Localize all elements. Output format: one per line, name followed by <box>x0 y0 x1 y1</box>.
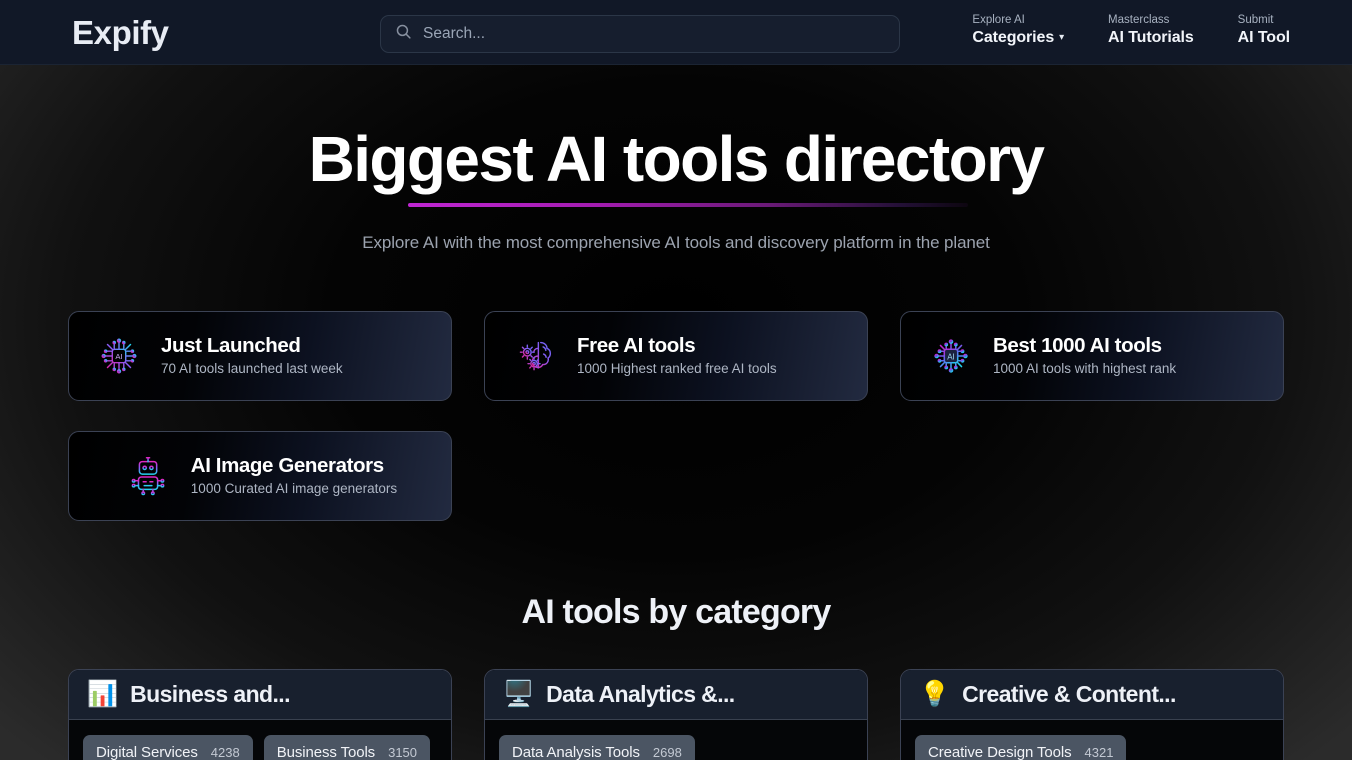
tag-label: Data Analysis Tools <box>512 743 640 760</box>
page-title: Biggest AI tools directory <box>309 126 1045 207</box>
tag-label: Digital Services <box>96 743 198 760</box>
nav-item-ai-tutorials-eyebrow: Masterclass <box>1108 13 1170 26</box>
nav-item-categories-label: Categories ▾ <box>972 29 1064 48</box>
data-monitor-chart-icon: 🖥️ <box>503 679 535 708</box>
feature-card-ai-image-generators-text: AI Image Generators 1000 Curated AI imag… <box>191 454 397 498</box>
creative-lightbulb-icon: 💡 <box>919 679 951 708</box>
hero-section: Biggest AI tools directory Explore AI wi… <box>0 65 1352 253</box>
nav-item-submit-ai-tool-eyebrow: Submit <box>1237 13 1274 26</box>
tag-count: 3150 <box>388 744 418 760</box>
category-card-tags: Data Analysis Tools 2698 Analytics Suite… <box>485 720 867 760</box>
chevron-down-icon[interactable]: ▾ <box>1059 32 1064 44</box>
category-card-title: Business and... <box>130 680 290 707</box>
tag-pill[interactable]: Digital Services 4238 <box>83 734 253 760</box>
tag-count: 2698 <box>652 744 682 760</box>
brain-gears-icon <box>509 330 561 382</box>
nav-item-submit-ai-tool[interactable]: Submit AI Tool <box>1238 14 1290 48</box>
feature-card-title: AI Image Generators <box>190 453 384 477</box>
feature-card-best-1000-ai-tools-text: Best 1000 AI tools 1000 AI tools with hi… <box>993 334 1176 378</box>
search-icon <box>395 23 412 45</box>
page-title-text: Biggest AI tools directory <box>308 123 1045 195</box>
category-card-business[interactable]: 📊 Business and... Digital Services 4238 … <box>68 668 452 760</box>
category-card-data-analytics[interactable]: 🖥️ Data Analytics &... Data Analysis Too… <box>484 668 868 760</box>
site-header: Expify Explore AI Categories ▾ Masterclas… <box>0 0 1352 65</box>
title-underline-accent <box>408 202 968 207</box>
feature-card-title: Just Launched <box>161 333 301 357</box>
feature-card-subtitle: 1000 AI tools with highest rank <box>993 361 1177 377</box>
feature-card-grid-second-row: AI Image Generators 1000 Curated AI imag… <box>68 430 1284 521</box>
nav-item-categories-text: Categories <box>972 29 1055 47</box>
ai-chip-cyan-icon: AI <box>925 330 977 382</box>
business-chart-globe-icon: 📊 <box>87 679 119 708</box>
svg-text:AI: AI <box>947 352 955 361</box>
category-card-creative-content[interactable]: 💡 Creative & Content... Creative Design … <box>900 668 1284 760</box>
tag-label: Creative Design Tools <box>928 743 1072 760</box>
robot-icon <box>123 450 175 502</box>
category-card-title: Data Analytics &... <box>546 680 735 707</box>
feature-card-title: Best 1000 AI tools <box>993 333 1162 357</box>
logo[interactable]: Expify <box>72 16 169 49</box>
tag-count: 4238 <box>210 744 240 760</box>
main-nav: Explore AI Categories ▾ Masterclass AI Tu… <box>972 14 1290 50</box>
feature-card-grid: AI Just Launched 70 AI tools launched la… <box>68 310 1284 401</box>
feature-card-best-1000-ai-tools[interactable]: AI Best 1000 AI tools 1000 AI tools with… <box>900 310 1284 401</box>
nav-item-ai-tutorials-label: AI Tutorials <box>1108 29 1194 47</box>
nav-item-categories[interactable]: Explore AI Categories ▾ <box>972 14 1064 48</box>
hero-subtitle: Explore AI with the most comprehensive A… <box>362 232 990 252</box>
search-bar[interactable] <box>380 15 900 53</box>
feature-card-subtitle: 70 AI tools launched last week <box>161 361 343 377</box>
category-card-tags: Creative Design Tools 4321 Content Writi… <box>901 720 1283 760</box>
nav-item-categories-eyebrow: Explore AI <box>972 13 1025 26</box>
feature-card-free-ai-tools-text: Free AI tools 1000 Highest ranked free A… <box>577 334 777 378</box>
feature-card-subtitle: 1000 Curated AI image generators <box>190 481 398 497</box>
page-root: Expify Explore AI Categories ▾ Masterclas… <box>0 0 1352 760</box>
feature-card-just-launched-text: Just Launched 70 AI tools launched last … <box>161 334 343 378</box>
category-card-header: 💡 Creative & Content... <box>901 669 1283 720</box>
feature-card-subtitle: 1000 Highest ranked free AI tools <box>577 361 777 377</box>
nav-item-ai-tutorials[interactable]: Masterclass AI Tutorials <box>1108 14 1194 48</box>
tag-label: Business Tools <box>276 743 376 760</box>
feature-card-free-ai-tools[interactable]: Free AI tools 1000 Highest ranked free A… <box>484 310 868 401</box>
feature-card-ai-image-generators[interactable]: AI Image Generators 1000 Curated AI imag… <box>68 430 452 521</box>
tag-pill[interactable]: Data Analysis Tools 2698 <box>499 734 695 760</box>
tag-pill[interactable]: Creative Design Tools 4321 <box>915 734 1127 760</box>
category-card-title: Creative & Content... <box>962 680 1176 707</box>
nav-item-submit-ai-tool-label: AI Tool <box>1237 29 1290 47</box>
tag-pill[interactable]: Business Tools 3150 <box>263 734 431 760</box>
tag-count: 4321 <box>1084 744 1114 760</box>
feature-card-just-launched[interactable]: AI Just Launched 70 AI tools launched la… <box>68 310 452 401</box>
category-card-header: 🖥️ Data Analytics &... <box>485 669 867 720</box>
section-title-categories: AI tools by category <box>521 592 832 631</box>
ai-chip-icon: AI <box>93 330 145 382</box>
category-card-grid: 📊 Business and... Digital Services 4238 … <box>68 668 1284 760</box>
feature-card-title: Free AI tools <box>577 333 696 357</box>
category-card-header: 📊 Business and... <box>69 669 451 720</box>
svg-text:AI: AI <box>115 352 122 361</box>
search-input[interactable] <box>423 25 885 43</box>
category-card-tags: Digital Services 4238 Business Tools 315… <box>69 720 451 760</box>
